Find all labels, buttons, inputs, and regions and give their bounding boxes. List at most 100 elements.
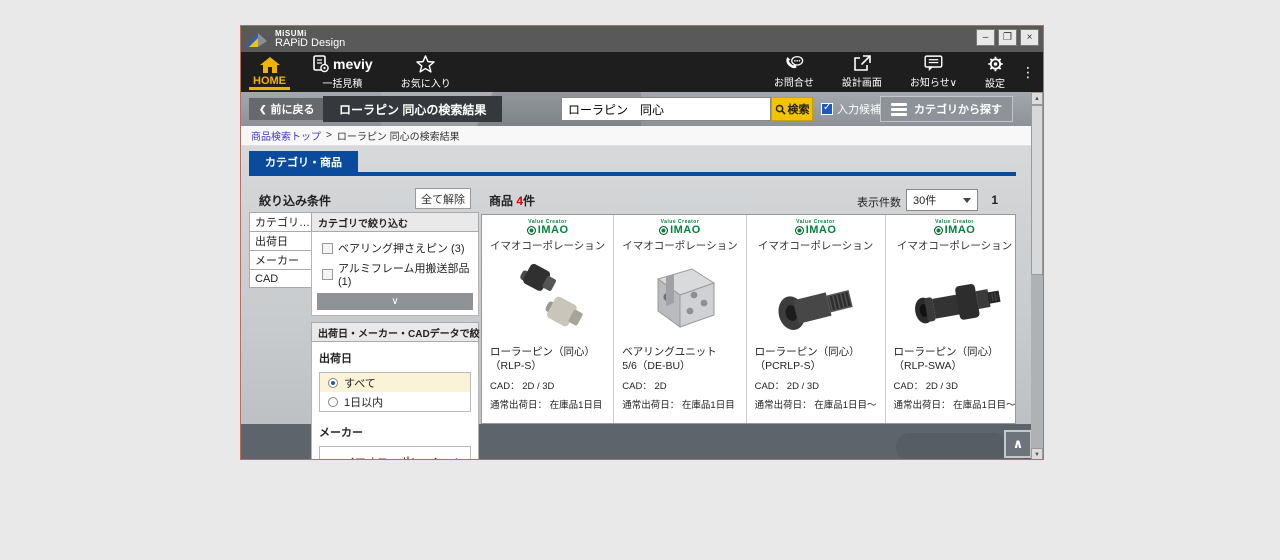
side-tab-cad[interactable]: CAD	[249, 269, 312, 288]
side-tab-ship-date[interactable]: 出荷日	[249, 231, 312, 250]
nav-home[interactable]: HOME	[241, 52, 298, 92]
category-option-label: アルミフレーム用搬送部品 (1)	[338, 260, 478, 288]
scroll-to-top-button[interactable]: ∧	[1004, 430, 1032, 458]
side-tab-maker[interactable]: メーカー	[249, 250, 312, 269]
star-icon	[416, 55, 435, 73]
nav-contact-label: お問合せ	[774, 74, 814, 89]
maker-name: イマオコーポレーション	[897, 238, 1012, 253]
maker-label: メーカー	[319, 424, 471, 440]
nav-right-group: お問合せ 設計画面 お知らせ∨	[760, 52, 1043, 92]
product-cad: CAD： 2D / 3D	[490, 378, 554, 392]
per-page-label: 表示件数	[857, 194, 901, 210]
tab-category-product[interactable]: カテゴリ・商品	[249, 151, 358, 172]
product-card[interactable]: Value Creator IMAO イマオコーポレーション	[886, 215, 1024, 423]
secondary-filter-body: 出荷日 すべて 1日以内 メーカー イマオコーポレーション (4)	[311, 342, 479, 460]
side-tab-category[interactable]: カテゴリ…	[249, 212, 312, 231]
breadcrumb-link-search-top[interactable]: 商品検索トップ	[251, 128, 321, 143]
hamburger-icon	[891, 103, 907, 116]
product-cad: CAD： 2D / 3D	[755, 378, 819, 392]
more-menu-kebab-icon[interactable]: ⋮	[1019, 52, 1043, 92]
select-arrow-icon	[963, 198, 971, 203]
back-button[interactable]: ❮ 前に戻る	[249, 98, 325, 120]
product-image	[764, 253, 868, 345]
imao-roundel-icon	[659, 226, 668, 235]
per-page-value: 30件	[913, 192, 936, 208]
ship-option-1day[interactable]: 1日以内	[320, 392, 470, 411]
product-card[interactable]: Value Creator IMAO イマオコーポレーション	[614, 215, 746, 423]
vertical-scrollbar[interactable]: ▲ ▼	[1031, 92, 1043, 460]
maker-name: イマオコーポレーション	[622, 238, 737, 253]
category-option[interactable]: アルミフレーム用搬送部品 (1)	[312, 258, 478, 290]
back-arrow-icon: ❮	[259, 104, 267, 115]
home-icon	[260, 57, 280, 73]
nav-home-label: HOME	[253, 75, 286, 87]
scrollbar-down-arrow-icon[interactable]: ▼	[1031, 448, 1043, 460]
filter-panel: カテゴリで絞り込む ベアリング押さえピン (3) アルミフレーム用搬送部品 (1…	[311, 212, 479, 460]
category-filter-header: カテゴリで絞り込む	[311, 212, 479, 232]
chevron-up-icon: ∧	[1013, 436, 1024, 452]
browse-category-label: カテゴリから探す	[914, 101, 1002, 117]
nav-favorites-label: お気に入り	[401, 75, 451, 90]
nav-notice-label: お知らせ∨	[910, 74, 957, 89]
imao-roundel-icon	[795, 226, 804, 235]
ship-date-label: 出荷日	[319, 350, 471, 366]
browse-category-button[interactable]: カテゴリから探す	[880, 96, 1013, 122]
search-input[interactable]	[561, 97, 771, 121]
nav-design-screen[interactable]: 設計画面	[828, 52, 896, 92]
search-button[interactable]: 検索	[771, 97, 813, 121]
checkbox-unchecked-icon[interactable]	[322, 243, 333, 254]
product-name: ローラーピン（同心） （RLP-SWA）	[894, 345, 999, 373]
external-link-icon	[853, 55, 871, 72]
nav-meviy[interactable]: meviy 一括見積	[298, 52, 387, 92]
ship-option-label: 1日以内	[344, 394, 383, 410]
product-ship-date: 通常出荷日： 在庫品1日目	[490, 397, 602, 411]
nav-settings[interactable]: 設定	[971, 52, 1019, 92]
scrollbar-up-arrow-icon[interactable]: ▲	[1031, 92, 1043, 105]
restore-button[interactable]: ❐	[998, 29, 1017, 46]
radio-selected-icon[interactable]	[328, 378, 338, 388]
radio-unselected-icon[interactable]	[328, 397, 338, 407]
product-name: ベアリングユニット 5/6（DE-BU）	[622, 345, 717, 373]
content-area: カテゴリ・商品 絞り込み条件 全て解除 カテゴリ… 出荷日 メーカー CAD カ…	[241, 146, 1031, 460]
app-window: MiSUMi RAPiD Design – ❐ × HOME	[240, 25, 1044, 460]
product-card[interactable]: Value Creator IMAO イマオコーポレーション	[747, 215, 886, 423]
secondary-filter-header: 出荷日・メーカー・CADデータで絞り込む	[311, 322, 479, 342]
product-list-header: 商品 4件 表示件数 30件 1	[481, 188, 1016, 212]
maker-option[interactable]: イマオコーポレーション (4)	[320, 452, 470, 460]
filter-side-tabs: カテゴリ… 出荷日 メーカー CAD	[249, 212, 312, 288]
product-ship-date: 通常出荷日： 在庫品1日目～	[755, 397, 877, 411]
maker-name: イマオコーポレーション	[490, 238, 605, 253]
ship-option-all[interactable]: すべて	[320, 373, 470, 392]
scrollbar-thumb[interactable]	[1031, 105, 1043, 275]
checkbox-unchecked-icon[interactable]	[322, 269, 333, 280]
ship-date-options: すべて 1日以内	[319, 372, 471, 412]
minimize-button[interactable]: –	[976, 29, 995, 46]
suggest-checkbox-checked-icon[interactable]	[821, 103, 833, 115]
category-option[interactable]: ベアリング押さえピン (3)	[312, 238, 478, 258]
product-ship-date: 通常出荷日： 在庫品1日目～	[894, 397, 1016, 411]
breadcrumb-separator: >	[326, 130, 332, 141]
page-number: 1	[991, 193, 998, 207]
product-cad: CAD： 2D / 3D	[894, 378, 958, 392]
back-button-label: 前に戻る	[271, 101, 315, 117]
maker-options: イマオコーポレーション (4)	[319, 446, 471, 460]
meviy-quote-icon	[312, 55, 330, 73]
feedback-pill[interactable]	[896, 433, 1008, 460]
imao-logo: Value Creator IMAO	[527, 220, 569, 236]
product-name: ローラーピン（同心） （RLP-S）	[490, 345, 595, 373]
nav-contact[interactable]: お問合せ	[760, 52, 828, 92]
product-image	[903, 253, 1007, 345]
notice-caret-icon: ∨	[950, 78, 957, 89]
close-button[interactable]: ×	[1020, 29, 1039, 46]
product-card[interactable]: Value Creator IMAO イマオコーポレーション	[482, 215, 614, 423]
maker-name: イマオコーポレーション	[758, 238, 873, 253]
filter-title: 絞り込み条件	[259, 192, 331, 209]
imao-logo: Value Creator IMAO	[795, 220, 837, 236]
per-page-select[interactable]: 30件	[906, 189, 978, 211]
category-expand-bar[interactable]: ∨	[317, 293, 473, 310]
nav-meviy-sublabel: 一括見積	[322, 75, 362, 90]
main-navbar: HOME meviy 一括見積 お気に入り	[241, 52, 1043, 92]
nav-favorites[interactable]: お気に入り	[387, 52, 465, 92]
nav-notice[interactable]: お知らせ∨	[896, 52, 971, 92]
clear-all-button[interactable]: 全て解除	[415, 188, 471, 209]
